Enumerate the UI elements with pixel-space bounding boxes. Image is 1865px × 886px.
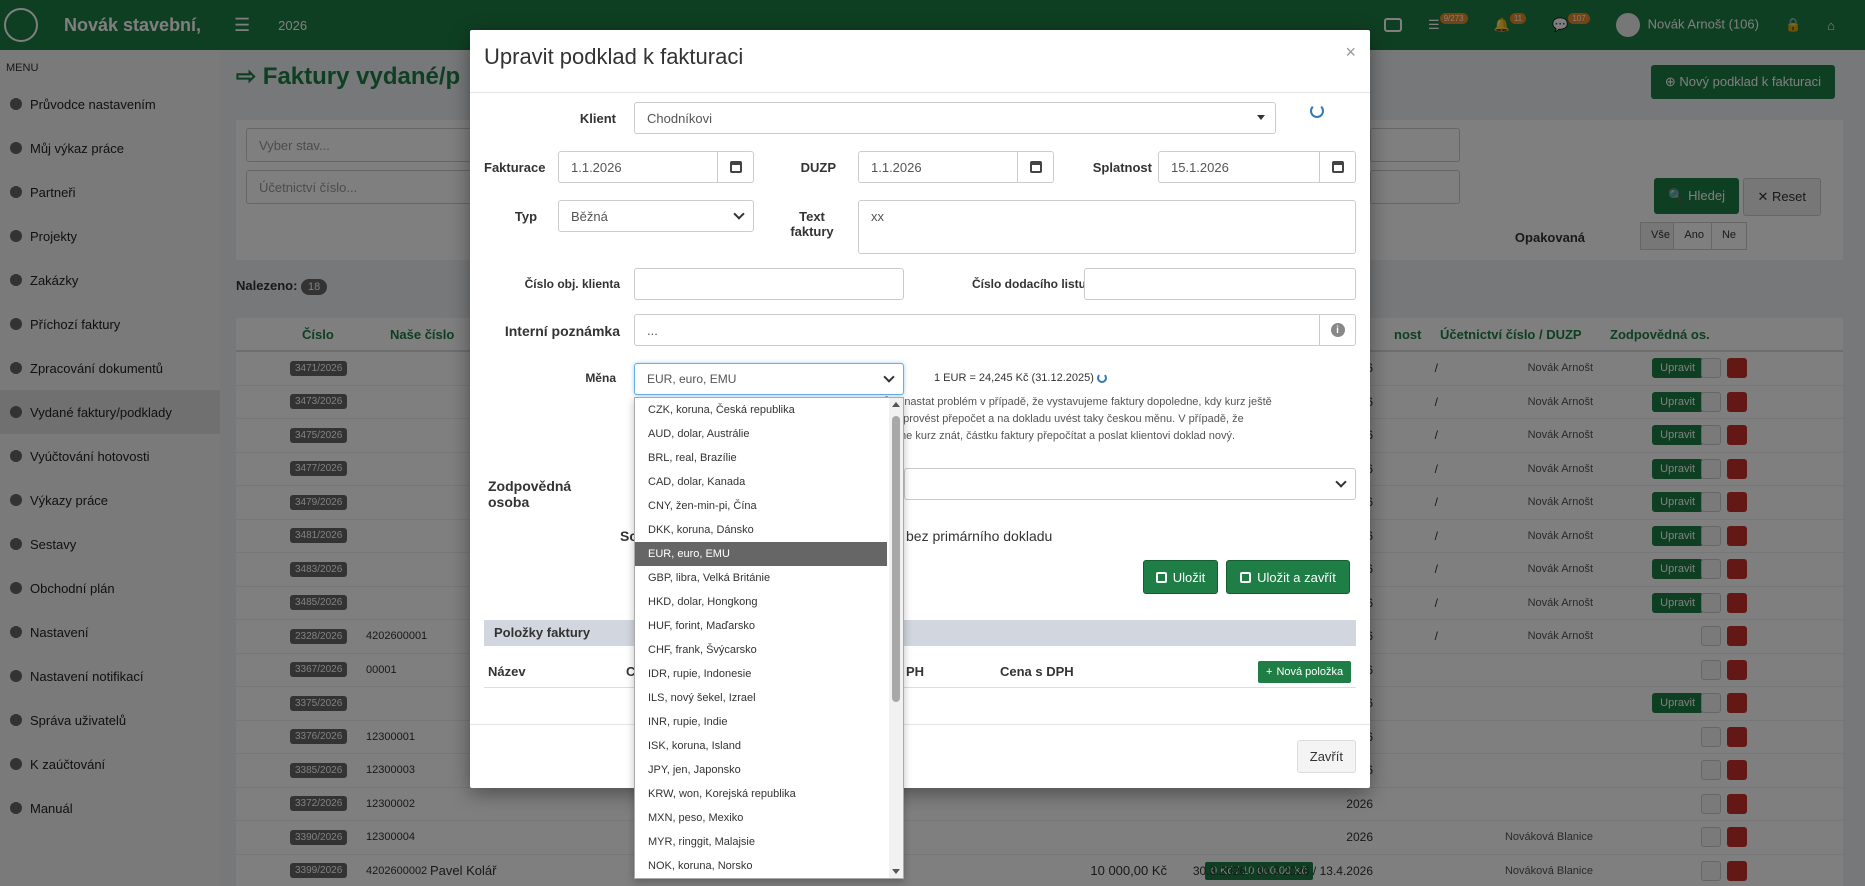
zodpovedna-select[interactable] [904, 468, 1356, 500]
scrollbar-thumb[interactable] [892, 416, 900, 702]
typ-label: Typ [514, 209, 538, 224]
currency-option[interactable]: CAD, dolar, Kanada [635, 470, 887, 494]
currency-dropdown-list[interactable]: CZK, koruna, Česká republika AUD, dolar, … [634, 397, 904, 879]
klient-select[interactable]: Chodníkovi [634, 102, 1276, 134]
col-dph: PH [906, 664, 925, 679]
currency-option[interactable]: EUR, euro, EMU [635, 542, 887, 566]
text-label-line2: faktury [790, 224, 834, 239]
modal-footer-divider [470, 724, 1370, 725]
col-cena-s-dph: Cena s DPH [1000, 664, 1074, 679]
new-item-button[interactable]: + Nová položka [1258, 661, 1352, 683]
typ-select[interactable]: Běžná [558, 200, 754, 232]
currency-option[interactable]: MXN, peso, Mexiko [635, 806, 887, 830]
zodpovedna-label: Zodpovědná osoba [488, 478, 572, 510]
modal-header-divider [470, 92, 1370, 93]
currency-option[interactable]: IDR, rupie, Indonesie [635, 662, 887, 686]
currency-option[interactable]: CHF, frank, Švýcarsko [635, 638, 887, 662]
currency-option[interactable]: HUF, forint, Maďarsko [635, 614, 887, 638]
obj-label: Číslo obj. klienta [524, 277, 620, 291]
save-button[interactable]: Uložit [1143, 560, 1218, 594]
mena-label: Měna [585, 371, 616, 385]
splatnost-label: Splatnost [1092, 160, 1152, 175]
save-close-icon [1240, 571, 1252, 583]
items-divider [484, 687, 1356, 688]
fakturace-label: Fakturace [484, 160, 546, 175]
dropdown-scrollbar[interactable] [889, 398, 903, 878]
save-icon [1155, 571, 1167, 583]
splatnost-calendar-button[interactable] [1320, 151, 1356, 183]
currency-option[interactable]: CZK, koruna, Česká republika [635, 398, 887, 422]
plus-icon: + [1266, 666, 1273, 678]
text-label-line1: Text [799, 209, 825, 224]
new-item-label: Nová položka [1276, 666, 1344, 678]
klient-label: Klient [579, 111, 616, 126]
text-faktury-textarea[interactable]: xx [858, 200, 1356, 254]
currency-option[interactable]: KRW, won, Korejská republika [635, 782, 887, 806]
fakturace-calendar-button[interactable] [718, 151, 754, 183]
currency-option[interactable]: JPY, jen, Japonsko [635, 758, 887, 782]
mena-value: EUR, euro, EMU [647, 372, 737, 386]
currency-option[interactable]: MYR, ringgit, Malajsie [635, 830, 887, 854]
note-line: n nám ukládá provést přepočet a na dokla… [834, 413, 1244, 425]
fakturace-date-input[interactable]: 1.1.2026 [558, 151, 718, 183]
note-line: en, kdy budeme kurz znát, částku faktury… [834, 430, 1236, 442]
dodaci-list-input[interactable] [1084, 268, 1356, 300]
typ-value: Běžná [571, 208, 608, 224]
calendar-icon [1029, 161, 1042, 173]
duzp-label: DUZP [800, 160, 836, 175]
edit-invoice-modal: Upravit podklad k fakturaci × Klient Cho… [470, 30, 1370, 788]
currency-option[interactable]: NOK, koruna, Norsko [635, 854, 887, 878]
items-section-header: Položky faktury [484, 620, 1356, 646]
currency-option[interactable]: ISK, koruna, Island [635, 734, 887, 758]
chevron-down-icon [733, 208, 745, 220]
dodaci-list-label: Číslo dodacího listu [971, 277, 1086, 291]
calendar-icon [1331, 161, 1344, 173]
close-icon[interactable]: × [1345, 42, 1356, 63]
chevron-down-icon [883, 371, 895, 383]
interni-info-button[interactable]: i [1320, 314, 1356, 346]
info-icon: i [1330, 323, 1345, 337]
mena-select[interactable]: EUR, euro, EMU [634, 363, 904, 395]
text-faktury-label: Text faktury [782, 209, 842, 239]
interni-label: Interní poznámka [504, 323, 620, 339]
currency-note: e, proto může nastat problém v případě, … [834, 394, 1354, 445]
close-button[interactable]: Zavřít [1296, 740, 1356, 773]
exchange-rate: 1 EUR = 24,245 Kč (31.12.2025) [934, 372, 1107, 384]
exchange-rate-text: 1 EUR = 24,245 Kč (31.12.2025) [934, 372, 1094, 384]
currency-option[interactable]: GBP, libra, Velká Británie [635, 566, 887, 590]
currency-option[interactable]: AUD, dolar, Austrálie [635, 422, 887, 446]
calendar-icon [729, 161, 742, 173]
currency-option[interactable]: ILS, nový šekel, Izrael [635, 686, 887, 710]
currency-option[interactable]: DKK, koruna, Dánsko [635, 518, 887, 542]
refresh-icon[interactable] [1310, 104, 1324, 118]
checkbox-label[interactable]: bez primárního dokladu [906, 528, 1052, 544]
save-close-label: Uložit a zavřít [1257, 569, 1336, 585]
col-nazev: Název [488, 664, 526, 679]
currency-option[interactable]: INR, rupie, Indie [635, 710, 887, 734]
caret-down-icon [1257, 115, 1265, 120]
note-line: e, proto může nastat problém v případě, … [834, 396, 1272, 408]
save-close-button[interactable]: Uložit a zavřít [1226, 560, 1350, 594]
duzp-date-input[interactable]: 1.1.2026 [858, 151, 1018, 183]
obj-input[interactable] [634, 268, 904, 300]
chevron-down-icon [1335, 476, 1347, 488]
currency-option[interactable]: CNY, žen-min-pi, Čína [635, 494, 887, 518]
interni-input[interactable]: ... [634, 314, 1320, 346]
refresh-rate-icon[interactable] [1096, 373, 1107, 384]
splatnost-date-input[interactable]: 15.1.2026 [1158, 151, 1320, 183]
duzp-calendar-button[interactable] [1018, 151, 1054, 183]
currency-option[interactable]: BRL, real, Brazílie [635, 446, 887, 470]
save-label: Uložit [1172, 569, 1206, 585]
modal-title: Upravit podklad k fakturaci [484, 44, 744, 69]
scroll-up-icon[interactable] [892, 402, 900, 407]
klient-value: Chodníkovi [647, 110, 713, 126]
currency-option[interactable]: HKD, dolar, Hongkong [635, 590, 887, 614]
scroll-down-icon[interactable] [892, 869, 900, 874]
